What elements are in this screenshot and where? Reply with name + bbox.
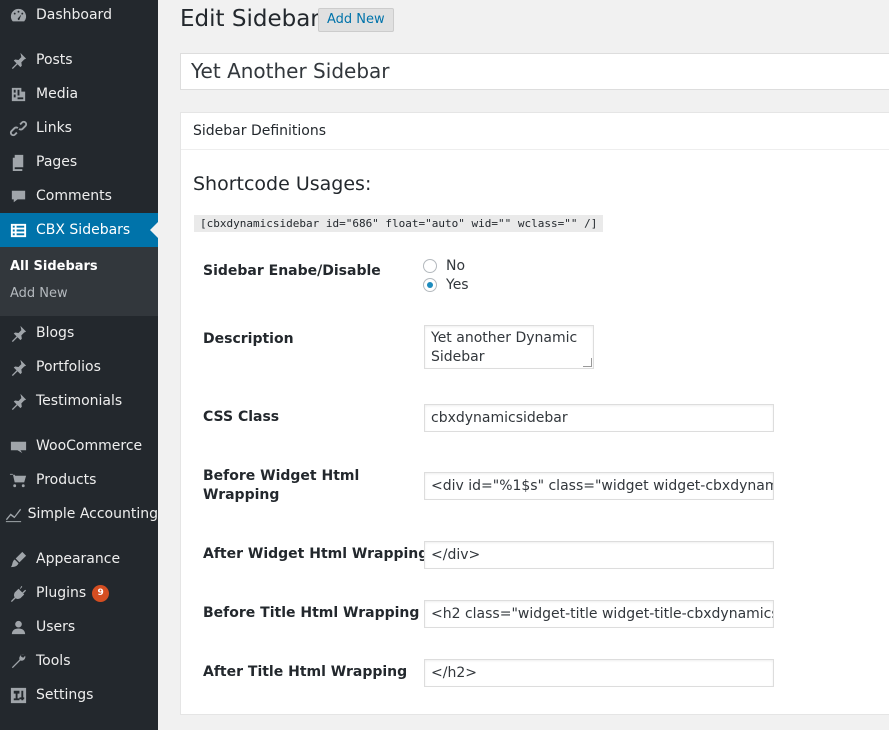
radio-yes-option[interactable]: Yes — [423, 277, 469, 293]
menu-item-pages[interactable]: Pages — [0, 145, 158, 179]
description-label: Description — [203, 331, 294, 347]
menu-item-users[interactable]: Users — [0, 610, 158, 644]
current-arrow — [150, 222, 158, 238]
wrench-icon — [0, 652, 36, 671]
menu-label: Comments — [36, 188, 112, 204]
after-widget-input[interactable]: </div> — [424, 541, 774, 569]
user-icon — [0, 618, 36, 637]
before-widget-input[interactable]: <div id="%1$s" class="widget widget-cbxd… — [424, 472, 774, 500]
radio-yes-label: Yes — [446, 277, 469, 293]
menu-label: Dashboard — [36, 7, 112, 23]
box-header: Sidebar Definitions — [181, 113, 889, 150]
menu-label: Testimonials — [36, 393, 123, 409]
radio-no-label: No — [446, 258, 466, 274]
menu-label: Portfolios — [36, 359, 101, 375]
admin-sidebar: Dashboard Posts Media Links Pages Commen… — [0, 0, 158, 730]
submenu-add-new[interactable]: Add New — [10, 286, 68, 301]
after-title-label: After Title Html Wrapping — [203, 664, 408, 680]
menu-label: WooCommerce — [36, 438, 143, 454]
pin-icon — [0, 51, 36, 70]
pin-icon — [0, 358, 36, 377]
submenu: All Sidebars Add New — [0, 247, 158, 316]
menu-label: Settings — [36, 687, 94, 703]
shortcode-title: Shortcode Usages: — [193, 173, 372, 195]
menu-item-settings[interactable]: Settings — [0, 678, 158, 712]
sidebar-definitions-box: Sidebar Definitions Shortcode Usages: [c… — [180, 112, 889, 715]
pin-icon — [0, 324, 36, 343]
menu-label: Products — [36, 472, 97, 488]
link-icon — [0, 119, 36, 138]
menu-item-cbx-sidebars[interactable]: CBX Sidebars — [0, 213, 158, 247]
menu-item-portfolios[interactable]: Portfolios — [0, 350, 158, 384]
radio-yes[interactable] — [423, 278, 437, 292]
menu-item-tools[interactable]: Tools — [0, 644, 158, 678]
pin-icon — [0, 392, 36, 411]
menu-item-comments[interactable]: Comments — [0, 179, 158, 213]
menu-item-plugins[interactable]: Plugins 9 — [0, 576, 158, 610]
menu-item-dashboard[interactable]: Dashboard — [0, 0, 158, 32]
description-value: Yet another Dynamic Sidebar — [431, 330, 578, 365]
enable-label: Sidebar Enabe/Disable — [203, 263, 381, 279]
shortcode-snippet: [cbxdynamicsidebar id="686" float="auto"… — [194, 215, 604, 232]
menu-item-media[interactable]: Media — [0, 77, 158, 111]
settings-icon — [0, 686, 36, 705]
description-textarea[interactable]: Yet another Dynamic Sidebar — [424, 325, 594, 369]
menu-label: Blogs — [36, 325, 75, 341]
brush-icon — [0, 550, 36, 569]
menu-item-testimonials[interactable]: Testimonials — [0, 384, 158, 418]
media-icon — [0, 85, 36, 104]
menu-label: Pages — [36, 154, 78, 170]
menu-label: Simple Accounting — [27, 506, 158, 522]
add-new-button[interactable]: Add New — [318, 8, 394, 32]
submenu-all-sidebars[interactable]: All Sidebars — [10, 259, 98, 274]
woo-icon — [0, 437, 36, 456]
menu-item-products[interactable]: Products — [0, 463, 158, 497]
before-widget-label: Before Widget Html Wrapping — [203, 468, 360, 503]
radio-no[interactable] — [423, 259, 437, 273]
menu-label: Users — [36, 619, 76, 635]
after-title-input[interactable]: </h2> — [424, 659, 774, 687]
radio-no-option[interactable]: No — [423, 258, 465, 274]
list-icon — [0, 221, 36, 240]
page-title: Edit Sidebar — [180, 6, 320, 32]
pages-icon — [0, 153, 36, 172]
menu-label: Media — [36, 86, 79, 102]
menu-label: Plugins — [36, 585, 87, 601]
css-class-input[interactable]: cbxdynamicsidebar — [424, 404, 774, 432]
menu-item-links[interactable]: Links — [0, 111, 158, 145]
resize-handle[interactable] — [583, 358, 592, 367]
before-title-label: Before Title Html Wrapping — [203, 605, 420, 621]
cart-icon — [0, 471, 36, 490]
post-title-input[interactable]: Yet Another Sidebar — [180, 53, 889, 90]
after-widget-label: After Widget Html Wrapping — [203, 546, 429, 562]
menu-item-simple-accounting[interactable]: Simple Accounting — [0, 497, 158, 531]
menu-label: Posts — [36, 52, 73, 68]
chart-icon — [0, 505, 28, 524]
dashboard-icon — [0, 6, 36, 25]
menu-label: Appearance — [36, 551, 121, 567]
menu-item-posts[interactable]: Posts — [0, 43, 158, 77]
comment-icon — [0, 187, 36, 206]
menu-item-blogs[interactable]: Blogs — [0, 316, 158, 350]
menu-item-appearance[interactable]: Appearance — [0, 542, 158, 576]
menu-label: Tools — [36, 653, 71, 669]
menu-label: CBX Sidebars — [36, 222, 131, 238]
before-title-input[interactable]: <h2 class="widget-title widget-title-cbx… — [424, 600, 774, 628]
css-class-label: CSS Class — [203, 409, 280, 425]
update-count-badge: 9 — [92, 584, 110, 602]
menu-label: Links — [36, 120, 72, 136]
plugin-icon — [0, 584, 36, 603]
menu-item-woocommerce[interactable]: WooCommerce — [0, 429, 158, 463]
